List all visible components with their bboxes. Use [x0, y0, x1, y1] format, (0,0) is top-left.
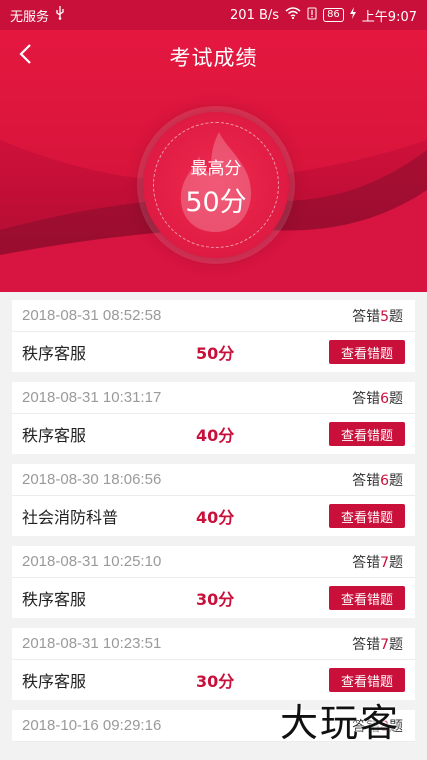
status-right: 201 B/s 86 上午9:07	[230, 6, 417, 25]
exam-score: 40分	[196, 426, 235, 445]
record-date: 2018-08-31 10:23:51	[22, 635, 162, 652]
view-wrong-button[interactable]: 查看错题	[329, 504, 405, 528]
record-body: 秩序客服 50分 查看错题	[12, 332, 415, 372]
view-wrong-button[interactable]: 查看错题	[329, 586, 405, 610]
exam-record: 2018-08-31 10:31:17 答错6题 秩序客服 40分 查看错题	[12, 382, 415, 454]
record-header: 2018-08-31 10:25:10 答错7题	[12, 546, 415, 578]
status-left: 无服务	[10, 6, 65, 25]
clock: 上午9:07	[361, 9, 417, 25]
best-score-badge: 最高分 50分	[143, 112, 289, 258]
record-header: 2018-08-30 18:06:56 答错6题	[12, 464, 415, 496]
network-speed: 201 B/s	[230, 7, 280, 23]
score-header: 考试成绩 最高分 50分	[0, 30, 427, 292]
record-header: 2018-08-31 10:23:51 答错7题	[12, 628, 415, 660]
wifi-icon	[285, 7, 301, 23]
exam-record: 2018-08-31 10:23:51 答错7题 秩序客服 30分 查看错题	[12, 628, 415, 700]
exam-score: 30分	[196, 590, 235, 609]
record-date: 2018-08-30 18:06:56	[22, 471, 162, 488]
wrong-count: 答错7题	[352, 554, 403, 571]
record-body: 秩序客服 30分 查看错题	[12, 578, 415, 618]
exam-name: 秩序客服	[22, 590, 87, 609]
wrong-count: 答错5题	[352, 308, 403, 325]
record-body: 社会消防科普 40分 查看错题	[12, 496, 415, 536]
exam-record: 2018-08-31 08:52:58 答错5题 秩序客服 50分 查看错题	[12, 300, 415, 372]
carrier-text: 无服务	[10, 9, 50, 25]
record-date: 2018-08-31 10:25:10	[22, 553, 162, 570]
record-body: 秩序客服 40分 查看错题	[12, 414, 415, 454]
record-header: 2018-08-31 08:52:58 答错5题	[12, 300, 415, 332]
exam-name: 秩序客服	[22, 426, 87, 445]
sim-alert-icon	[307, 7, 317, 24]
view-wrong-button[interactable]: 查看错题	[329, 340, 405, 364]
page-title: 考试成绩	[169, 46, 258, 70]
exam-name: 秩序客服	[22, 672, 87, 691]
view-wrong-button[interactable]: 查看错题	[329, 422, 405, 446]
best-score-value: 50分	[185, 187, 247, 218]
record-header: 2018-08-31 10:31:17 答错6题	[12, 382, 415, 414]
exam-name: 秩序客服	[22, 344, 87, 363]
record-date: 2018-08-31 08:52:58	[22, 307, 162, 324]
record-date: 2018-10-16 09:29:16	[22, 717, 162, 734]
charging-icon	[349, 7, 356, 23]
watermark-logo: 大玩客	[280, 701, 401, 745]
usb-icon	[55, 6, 65, 24]
wrong-count: 答错7题	[352, 636, 403, 653]
exam-score: 30分	[196, 672, 235, 691]
record-date: 2018-08-31 10:31:17	[22, 389, 162, 406]
battery-indicator: 86	[323, 8, 344, 22]
exam-score: 50分	[196, 344, 235, 363]
wrong-count: 答错6题	[352, 390, 403, 407]
exam-record: 2018-08-30 18:06:56 答错6题 社会消防科普 40分 查看错题	[12, 464, 415, 536]
exam-record: 2018-08-31 10:25:10 答错7题 秩序客服 30分 查看错题	[12, 546, 415, 618]
exam-record-list: 2018-08-31 08:52:58 答错5题 秩序客服 50分 查看错题 2…	[12, 300, 415, 752]
view-wrong-button[interactable]: 查看错题	[329, 668, 405, 692]
exam-score: 40分	[196, 508, 235, 527]
best-score-label: 最高分	[190, 159, 242, 179]
wrong-count: 答错6题	[352, 472, 403, 489]
status-bar: 无服务 201 B/s 86 上午9:07	[0, 0, 427, 30]
exam-name: 社会消防科普	[22, 508, 119, 527]
